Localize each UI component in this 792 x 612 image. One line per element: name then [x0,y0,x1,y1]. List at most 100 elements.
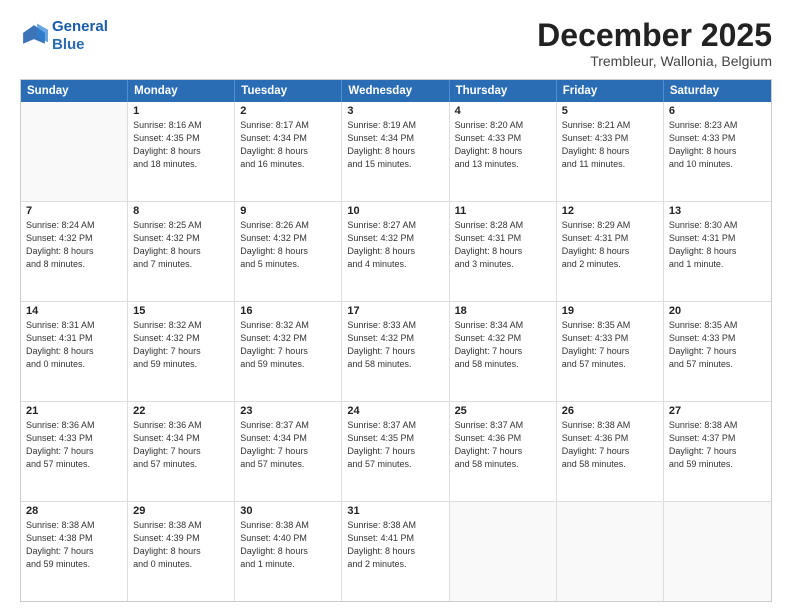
cell-line-2: Daylight: 8 hours [240,545,336,558]
cell-line-3: and 0 minutes. [133,558,229,571]
day-number: 12 [562,205,658,217]
cell-line-0: Sunrise: 8:35 AM [669,319,766,332]
cell-line-1: Sunset: 4:38 PM [26,532,122,545]
cell-line-2: Daylight: 7 hours [240,445,336,458]
cell-line-0: Sunrise: 8:32 AM [133,319,229,332]
cell-line-3: and 15 minutes. [347,158,443,171]
day-cell-6: 6Sunrise: 8:23 AMSunset: 4:33 PMDaylight… [664,102,771,201]
cell-line-2: Daylight: 7 hours [562,445,658,458]
day-number: 2 [240,105,336,117]
day-cell-16: 16Sunrise: 8:32 AMSunset: 4:32 PMDayligh… [235,302,342,401]
day-number: 3 [347,105,443,117]
cell-line-2: Daylight: 8 hours [240,245,336,258]
day-number: 6 [669,105,766,117]
logo: General Blue [20,18,108,54]
logo-blue: Blue [52,36,108,54]
cell-line-2: Daylight: 7 hours [455,345,551,358]
cell-line-3: and 58 minutes. [455,358,551,371]
cell-line-0: Sunrise: 8:20 AM [455,119,551,132]
cell-line-1: Sunset: 4:41 PM [347,532,443,545]
cell-line-1: Sunset: 4:35 PM [133,132,229,145]
cell-line-1: Sunset: 4:39 PM [133,532,229,545]
day-cell-17: 17Sunrise: 8:33 AMSunset: 4:32 PMDayligh… [342,302,449,401]
day-cell-11: 11Sunrise: 8:28 AMSunset: 4:31 PMDayligh… [450,202,557,301]
cell-line-1: Sunset: 4:36 PM [455,432,551,445]
day-cell-24: 24Sunrise: 8:37 AMSunset: 4:35 PMDayligh… [342,402,449,501]
cell-line-1: Sunset: 4:31 PM [562,232,658,245]
cell-line-2: Daylight: 7 hours [669,445,766,458]
cell-line-3: and 59 minutes. [133,358,229,371]
day-cell-22: 22Sunrise: 8:36 AMSunset: 4:34 PMDayligh… [128,402,235,501]
day-number: 22 [133,405,229,417]
day-number: 5 [562,105,658,117]
cell-line-3: and 11 minutes. [562,158,658,171]
calendar: SundayMondayTuesdayWednesdayThursdayFrid… [20,79,772,602]
cell-line-2: Daylight: 7 hours [669,345,766,358]
header-day-sunday: Sunday [21,80,128,102]
day-cell-18: 18Sunrise: 8:34 AMSunset: 4:32 PMDayligh… [450,302,557,401]
cell-line-3: and 57 minutes. [562,358,658,371]
cell-line-1: Sunset: 4:36 PM [562,432,658,445]
week-row-4: 21Sunrise: 8:36 AMSunset: 4:33 PMDayligh… [21,402,771,502]
day-number: 8 [133,205,229,217]
day-cell-7: 7Sunrise: 8:24 AMSunset: 4:32 PMDaylight… [21,202,128,301]
day-cell-8: 8Sunrise: 8:25 AMSunset: 4:32 PMDaylight… [128,202,235,301]
cell-line-3: and 1 minute. [240,558,336,571]
cell-line-3: and 59 minutes. [669,458,766,471]
cell-line-2: Daylight: 8 hours [347,245,443,258]
cell-line-0: Sunrise: 8:28 AM [455,219,551,232]
day-number: 27 [669,405,766,417]
cell-line-0: Sunrise: 8:32 AM [240,319,336,332]
cell-line-0: Sunrise: 8:25 AM [133,219,229,232]
day-cell-14: 14Sunrise: 8:31 AMSunset: 4:31 PMDayligh… [21,302,128,401]
cell-line-0: Sunrise: 8:19 AM [347,119,443,132]
day-number: 31 [347,505,443,517]
cell-line-3: and 57 minutes. [240,458,336,471]
cell-line-2: Daylight: 7 hours [133,345,229,358]
cell-line-3: and 16 minutes. [240,158,336,171]
cell-line-2: Daylight: 8 hours [133,245,229,258]
cell-line-3: and 7 minutes. [133,258,229,271]
cell-line-1: Sunset: 4:33 PM [26,432,122,445]
day-number: 19 [562,305,658,317]
day-number: 15 [133,305,229,317]
cell-line-2: Daylight: 8 hours [240,145,336,158]
header-day-wednesday: Wednesday [342,80,449,102]
day-number: 7 [26,205,122,217]
day-number: 11 [455,205,551,217]
day-cell-29: 29Sunrise: 8:38 AMSunset: 4:39 PMDayligh… [128,502,235,601]
day-number: 24 [347,405,443,417]
day-cell-13: 13Sunrise: 8:30 AMSunset: 4:31 PMDayligh… [664,202,771,301]
cell-line-3: and 3 minutes. [455,258,551,271]
day-number: 16 [240,305,336,317]
day-cell-9: 9Sunrise: 8:26 AMSunset: 4:32 PMDaylight… [235,202,342,301]
cell-line-3: and 4 minutes. [347,258,443,271]
cell-line-3: and 58 minutes. [562,458,658,471]
cell-line-1: Sunset: 4:31 PM [26,332,122,345]
cell-line-3: and 2 minutes. [562,258,658,271]
cell-line-1: Sunset: 4:34 PM [240,132,336,145]
cell-line-0: Sunrise: 8:27 AM [347,219,443,232]
cell-line-1: Sunset: 4:32 PM [347,332,443,345]
cell-line-0: Sunrise: 8:38 AM [240,519,336,532]
day-number: 23 [240,405,336,417]
day-number: 18 [455,305,551,317]
cell-line-2: Daylight: 8 hours [562,145,658,158]
cell-line-2: Daylight: 8 hours [669,245,766,258]
day-cell-28: 28Sunrise: 8:38 AMSunset: 4:38 PMDayligh… [21,502,128,601]
cell-line-0: Sunrise: 8:38 AM [347,519,443,532]
week-row-2: 7Sunrise: 8:24 AMSunset: 4:32 PMDaylight… [21,202,771,302]
header-day-monday: Monday [128,80,235,102]
cell-line-1: Sunset: 4:35 PM [347,432,443,445]
day-number: 9 [240,205,336,217]
cell-line-0: Sunrise: 8:23 AM [669,119,766,132]
cell-line-3: and 59 minutes. [26,558,122,571]
cell-line-1: Sunset: 4:31 PM [455,232,551,245]
day-number: 30 [240,505,336,517]
cell-line-1: Sunset: 4:33 PM [669,332,766,345]
calendar-body: 1Sunrise: 8:16 AMSunset: 4:35 PMDaylight… [21,102,771,601]
cell-line-0: Sunrise: 8:24 AM [26,219,122,232]
cell-line-2: Daylight: 7 hours [26,445,122,458]
cell-line-2: Daylight: 7 hours [347,445,443,458]
cell-line-1: Sunset: 4:33 PM [669,132,766,145]
